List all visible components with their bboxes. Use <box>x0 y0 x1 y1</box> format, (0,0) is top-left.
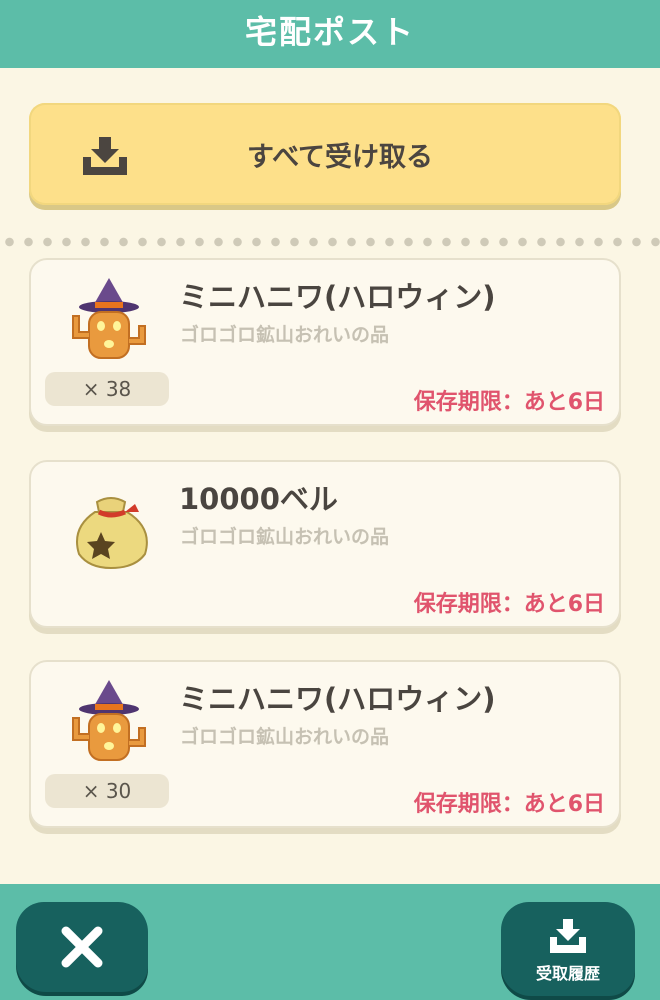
item-name: 10000ベル <box>179 482 338 516</box>
header-bar: 宅配ポスト <box>0 0 660 68</box>
halloween-haniwa-icon <box>72 278 146 359</box>
close-icon <box>61 926 103 968</box>
mail-item[interactable]: 10000ベル ゴロゴロ鉱山おれいの品 保存期限：あと6日 <box>29 460 621 628</box>
quantity-badge: × 38 <box>45 372 169 406</box>
close-button[interactable] <box>16 902 148 992</box>
item-source: ゴロゴロ鉱山おれいの品 <box>180 324 390 346</box>
item-expiry: 保存期限：あと6日 <box>413 592 605 617</box>
receive-all-button[interactable]: すべて受け取る <box>29 103 621 205</box>
item-source: ゴロゴロ鉱山おれいの品 <box>180 726 390 748</box>
item-name: ミニハニワ(ハロウィン) <box>179 280 496 314</box>
item-expiry: 保存期限：あと6日 <box>413 390 605 415</box>
receive-all-label: すべて受け取る <box>246 141 434 173</box>
item-expiry: 保存期限：あと6日 <box>413 792 605 817</box>
quantity-badge: × 30 <box>45 774 169 808</box>
mail-item[interactable]: × 30 ミニハニワ(ハロウィン) ゴロゴロ鉱山おれいの品 保存期限：あと6日 <box>29 660 621 828</box>
item-source: ゴロゴロ鉱山おれいの品 <box>180 526 390 548</box>
page-title: 宅配ポスト <box>244 13 415 51</box>
halloween-haniwa-icon <box>72 680 146 761</box>
history-button[interactable]: 受取履歴 <box>501 902 635 996</box>
history-label: 受取履歴 <box>535 964 600 983</box>
dotted-divider <box>0 236 660 248</box>
item-name: ミニハニワ(ハロウィン) <box>179 682 496 716</box>
bell-bag-icon <box>76 497 148 570</box>
download-tray-icon <box>83 137 127 175</box>
download-tray-icon <box>550 919 586 953</box>
mail-item[interactable]: × 38 ミニハニワ(ハロウィン) ゴロゴロ鉱山おれいの品 保存期限：あと6日 <box>29 258 621 426</box>
